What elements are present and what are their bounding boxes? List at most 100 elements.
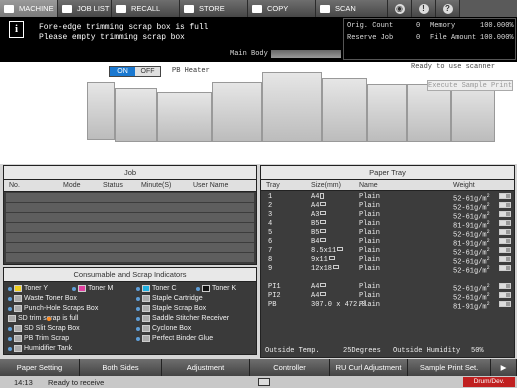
machine-screen: MACHINE JOB LIST RECALL STORE COPY SCAN ◉!? i … bbox=[0, 0, 517, 388]
consumable-item: Staple Cartridge bbox=[136, 294, 203, 303]
finisher-unit-1 bbox=[115, 88, 157, 142]
tray-row[interactable]: 2 A4 Plain 52-61g/m2 bbox=[263, 202, 513, 212]
warning-line-2: Please empty trimming scrap box bbox=[39, 33, 185, 42]
keyboard-icon[interactable] bbox=[258, 378, 270, 386]
tray-id: 5 bbox=[268, 229, 273, 237]
tray-level-indicator bbox=[499, 265, 511, 271]
tray-level-indicator bbox=[499, 220, 511, 226]
consumable-icon bbox=[8, 315, 16, 322]
consumable-item: Staple Scrap Box bbox=[136, 304, 206, 313]
orientation-icon bbox=[320, 211, 327, 215]
tray-level-indicator bbox=[499, 256, 511, 262]
pb-heater-toggle[interactable]: ON OFF bbox=[109, 66, 161, 77]
tray-row[interactable]: 6 B4 Plain 81-91g/m2 bbox=[263, 238, 513, 248]
ru-curl-adjustment-button[interactable]: RU Curl Adjustment bbox=[330, 359, 408, 376]
status-dot bbox=[8, 336, 12, 341]
weight-exponent: 2 bbox=[486, 265, 490, 271]
tray-size: A4 bbox=[311, 283, 327, 291]
tab-store[interactable]: STORE bbox=[180, 0, 248, 17]
consumable-icon bbox=[14, 335, 22, 342]
memory-label: Memory bbox=[430, 22, 456, 30]
network-button[interactable]: ◉ bbox=[388, 0, 412, 17]
job-row[interactable] bbox=[6, 193, 254, 202]
help-icon: ? bbox=[442, 3, 453, 14]
status-dot bbox=[136, 306, 140, 311]
tray-row[interactable]: PI2 A4 Plain 52-61g/m2 bbox=[263, 292, 513, 302]
job-column-header: User Name bbox=[193, 182, 229, 189]
status-dot bbox=[47, 316, 51, 321]
tray-level-fill bbox=[500, 221, 506, 225]
consumables-grid: Toner Y Toner M Toner C Toner K Waste Toner … bbox=[4, 282, 256, 354]
consumable-icon bbox=[142, 295, 150, 302]
tray-row[interactable]: 5 B5 Plain 52-61g/m2 bbox=[263, 229, 513, 239]
status-dot bbox=[8, 286, 12, 291]
execute-sample-print-button[interactable]: Execute Sample Print bbox=[427, 80, 513, 91]
outside-temp-value: 25Degrees bbox=[343, 347, 381, 355]
paper-setting-button[interactable]: Paper Setting bbox=[0, 359, 80, 376]
job-list[interactable] bbox=[4, 193, 256, 262]
tray-column-header: Tray bbox=[266, 182, 280, 189]
alarm-button[interactable]: ! bbox=[412, 0, 436, 17]
off-button[interactable]: OFF bbox=[135, 67, 160, 76]
tray-row[interactable]: PB 307.0 x 472.0 Plain 81-91g/m2 bbox=[263, 301, 513, 311]
job-row[interactable] bbox=[6, 243, 254, 252]
weight-exponent: 2 bbox=[486, 283, 490, 289]
outside-temp-label: Outside Temp. bbox=[265, 347, 320, 355]
status-dot bbox=[8, 326, 12, 331]
consumable-item: Cyclone Box bbox=[136, 324, 191, 333]
job-row[interactable] bbox=[6, 203, 254, 212]
consumables-title: Consumable and Scrap Indicators bbox=[4, 268, 256, 282]
job-column-header: Mode bbox=[63, 182, 81, 189]
weight-exponent: 2 bbox=[486, 301, 490, 307]
consumable-icon bbox=[14, 285, 22, 292]
tab-machine[interactable]: MACHINE bbox=[0, 0, 58, 17]
consumable-icon bbox=[142, 305, 150, 312]
tray-column-header: Size(mm) bbox=[311, 182, 341, 189]
job-row[interactable] bbox=[6, 253, 254, 262]
tray-row[interactable]: 4 B5 Plain 81-91g/m2 bbox=[263, 220, 513, 230]
tab-job-list[interactable]: JOB LIST bbox=[58, 0, 112, 17]
consumable-label: Saddle Stitcher Receiver bbox=[152, 315, 230, 322]
job-row[interactable] bbox=[6, 233, 254, 242]
tray-paper-name: Plain bbox=[359, 229, 381, 237]
consumable-item: SD Slit Scrap Box bbox=[8, 324, 80, 333]
consumable-label: Cyclone Box bbox=[152, 325, 192, 332]
tray-unit-2 bbox=[367, 84, 407, 142]
tray-size: 9x11 bbox=[311, 256, 335, 264]
consumable-label: PB Trim Scrap bbox=[24, 335, 70, 342]
tab-copy[interactable]: COPY bbox=[248, 0, 316, 17]
orientation-icon bbox=[320, 193, 325, 199]
help-button[interactable]: ? bbox=[436, 0, 460, 17]
tray-column-header: Weight bbox=[453, 182, 475, 189]
weight-exponent: 2 bbox=[486, 256, 490, 262]
tab-scan[interactable]: SCAN bbox=[316, 0, 388, 17]
job-column-header: No. bbox=[9, 182, 20, 189]
consumable-label: Toner C bbox=[152, 285, 177, 292]
tab-label: STORE bbox=[199, 4, 225, 13]
tray-row[interactable]: 8 9x11 Plain 52-61g/m2 bbox=[263, 256, 513, 266]
consumable-icon bbox=[202, 285, 210, 292]
sample-print-set-button[interactable]: Sample Print Set. bbox=[408, 359, 491, 376]
tray-row[interactable]: 7 8.5x11 Plain 52-61g/m2 bbox=[263, 247, 513, 257]
tray-row[interactable]: 1 A4 Plain 52-61g/m2 bbox=[263, 193, 513, 203]
consumable-item: Punch-Hole Scraps Box bbox=[8, 304, 98, 313]
both-sides-button[interactable]: Both Sides bbox=[80, 359, 162, 376]
drum-dev-alert[interactable]: Drum/Dev. bbox=[463, 377, 515, 387]
tray-row[interactable]: PI1 A4 Plain 52-61g/m2 bbox=[263, 283, 513, 293]
adjustment-button[interactable]: Adjustment bbox=[162, 359, 250, 376]
consumable-label: Staple Scrap Box bbox=[152, 305, 207, 312]
tab-recall[interactable]: RECALL bbox=[112, 0, 180, 17]
scroll-right-button[interactable]: ▶ bbox=[491, 359, 517, 376]
job-row[interactable] bbox=[6, 213, 254, 222]
tray-row[interactable]: 9 12x18 Plain 52-61g/m2 bbox=[263, 265, 513, 275]
tray-size: B5 bbox=[311, 229, 327, 237]
job-columns: No. Mode Status Minute(S) User Name bbox=[4, 180, 256, 192]
tray-level-indicator bbox=[499, 247, 511, 253]
controller-button[interactable]: Controller bbox=[250, 359, 330, 376]
tray-row[interactable]: 3 A3 Plain 52-61g/m2 bbox=[263, 211, 513, 221]
consumable-icon bbox=[14, 345, 22, 352]
weight-exponent: 2 bbox=[486, 211, 490, 217]
tray-level-indicator bbox=[499, 292, 511, 298]
on-button[interactable]: ON bbox=[110, 67, 135, 76]
job-row[interactable] bbox=[6, 223, 254, 232]
